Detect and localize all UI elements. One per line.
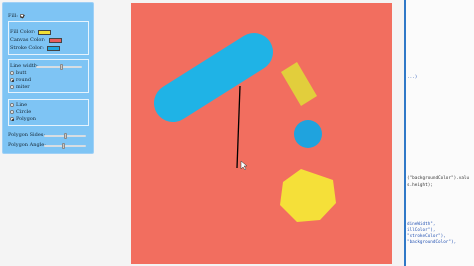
line-width-slider-thumb[interactable] [59,64,63,70]
stroke-color-picker[interactable] [46,45,60,51]
code-line-1: ...) [407,75,418,80]
code-line-7: "backgroundColor"), [407,240,457,245]
cap-miter-row[interactable]: miter [10,84,30,90]
fill-row: Fill: [8,13,24,19]
polygon-sides-label: Polygon Sides: [8,132,46,138]
fill-color-label: Fill Color: [10,29,36,35]
cap-round-radio[interactable] [10,78,14,82]
line-width-slider[interactable] [36,64,82,70]
code-line-3: s.height); [407,183,433,188]
cap-round-label: round [16,77,32,83]
fill-checkbox[interactable] [19,14,24,18]
polygon-sides-row: Polygon Sides: [8,132,45,138]
cap-butt-radio[interactable] [10,71,14,75]
polygon-angle-slider[interactable] [44,143,86,149]
controls-panel: Fill: Fill Color: Canvas Color: Stroke C… [2,2,94,154]
drawing-canvas[interactable] [131,3,392,264]
fill-label: Fill: [8,13,18,19]
polygon-angle-label: Polygon Angle: [8,142,46,148]
cap-butt-label: butt [16,70,27,76]
shape-polygon-radio[interactable] [10,117,14,121]
code-line-4: dineWidth", [407,222,436,227]
canvas-color-picker[interactable] [48,37,62,43]
cap-miter-radio[interactable] [10,85,14,89]
shape-circle-label: Circle [16,109,32,115]
canvas-color-row: Canvas Color: [10,37,62,43]
shape-polygon-row[interactable]: Polygon [10,116,36,122]
polygon-sides-slider-thumb[interactable] [64,133,68,139]
polygon-angle-row: Polygon Angle: [8,142,46,148]
shape-line-label: Line [16,102,28,108]
cap-miter-label: miter [16,84,30,90]
line-width-label: Line width: [10,63,39,69]
code-line-2: ("backgroundColor").valu [407,176,470,181]
canvas-color-label: Canvas Color: [10,37,46,43]
cap-round-row[interactable]: round [10,77,31,83]
polygon-angle-slider-thumb[interactable] [61,143,65,149]
fill-color-row: Fill Color: [10,29,52,35]
code-editor-pane[interactable]: ...) ("backgroundColor").valu s.height);… [406,0,474,266]
shape-line-row[interactable]: Line [10,102,27,108]
shape-circle-radio[interactable] [10,110,14,114]
shape-line-radio[interactable] [10,103,14,107]
line-width-row: Line width: [10,63,39,69]
canvas-drawing [131,3,392,264]
stroke-color-row: Stroke Color: [10,45,60,51]
shape-circle-row[interactable]: Circle [10,109,31,115]
shape-polygon-label: Polygon [16,116,37,122]
code-line-5: illColor"), [407,228,436,233]
circle-shape [294,120,322,148]
cap-butt-row[interactable]: butt [10,70,26,76]
polygon-sides-slider[interactable] [44,133,86,139]
stroke-color-label: Stroke Color: [10,45,44,51]
code-line-6: "strokeColor"), [407,234,446,239]
fill-color-picker[interactable] [38,29,52,35]
